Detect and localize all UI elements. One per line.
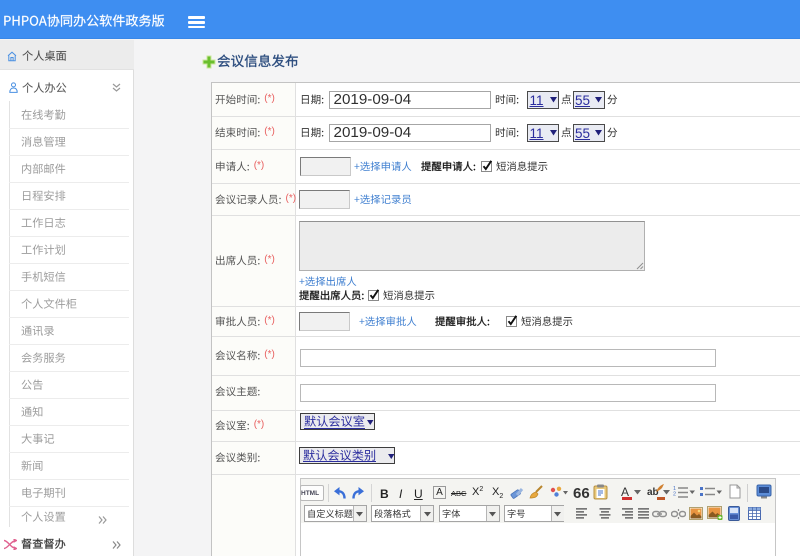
svg-text:2: 2	[673, 492, 676, 498]
